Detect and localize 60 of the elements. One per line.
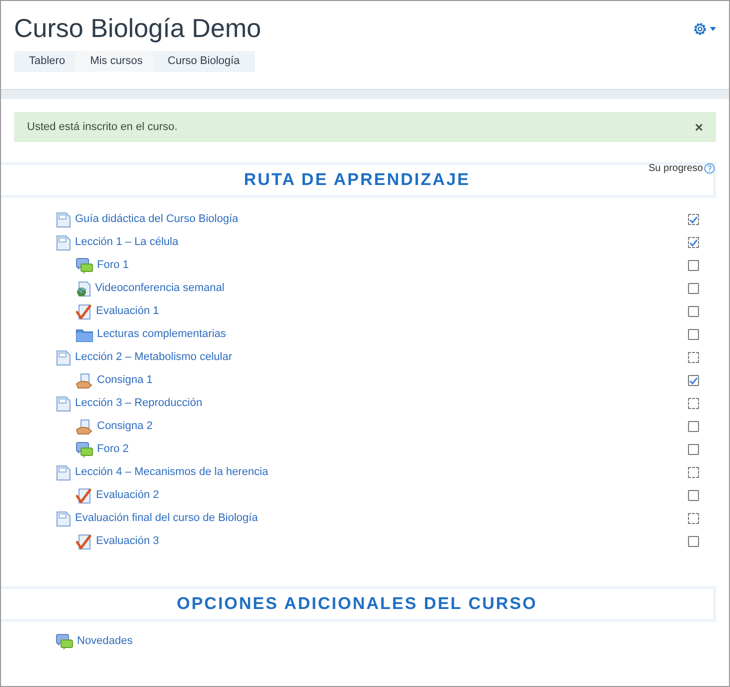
page-icon: [56, 510, 71, 526]
completion-checkbox[interactable]: [688, 490, 699, 501]
page-icon: [56, 396, 71, 412]
breadcrumb-link[interactable]: Mis cursos: [75, 51, 153, 72]
activity-link[interactable]: Evaluación 1: [96, 303, 159, 320]
completion-checkbox[interactable]: [688, 283, 699, 294]
completion-checkbox[interactable]: [688, 467, 699, 478]
activity-link[interactable]: Lección 4 – Mecanismos de la herencia: [75, 464, 268, 481]
activity-link[interactable]: Evaluación 2: [96, 487, 159, 504]
section-title: OPCIONES ADICIONALES DEL CURSO: [176, 593, 538, 616]
activity-link[interactable]: Guía didáctica del Curso Biología: [75, 211, 238, 228]
hand-document-icon: [76, 418, 93, 434]
activity-link[interactable]: Evaluación 3: [96, 533, 159, 550]
speech-bubbles-icon: [56, 634, 73, 650]
completion-checkbox[interactable]: [688, 398, 699, 409]
speech-bubbles-icon: [76, 442, 93, 458]
activity-link[interactable]: Novedades: [77, 633, 133, 650]
activity-link[interactable]: Videoconferencia semanal: [95, 280, 224, 297]
completion-checkbox[interactable]: [688, 306, 699, 317]
checkmark-icon: [76, 304, 92, 320]
activity-link[interactable]: Consigna 2: [97, 418, 153, 435]
section-title: RUTA DE APRENDIZAJE: [244, 169, 470, 192]
checkmark-icon: [76, 534, 92, 550]
page-icon: [56, 212, 71, 228]
activity-link[interactable]: Lecturas complementarias: [97, 326, 226, 343]
hand-document-icon: [76, 372, 93, 388]
completion-checkbox[interactable]: [688, 375, 699, 386]
completion-checkbox[interactable]: [688, 513, 699, 524]
caret-icon: [710, 27, 716, 31]
page-icon: [56, 464, 71, 480]
close-button[interactable]: ×: [694, 120, 703, 134]
speech-bubbles-icon: [76, 258, 93, 274]
alert-message: Usted está inscrito en el curso.: [27, 120, 178, 135]
completion-checkbox[interactable]: [688, 421, 699, 432]
activity-link[interactable]: Evaluación final del curso de Biología: [75, 510, 258, 527]
completion-checkbox[interactable]: [688, 536, 699, 547]
settings-icon: [692, 21, 708, 37]
page-icon: [56, 234, 71, 250]
page-icon: [56, 350, 71, 366]
completion-checkbox[interactable]: [688, 237, 699, 248]
completion-checkbox[interactable]: [688, 214, 699, 225]
activity-link[interactable]: Foro 1: [97, 257, 129, 274]
globe-document-icon: [76, 280, 91, 296]
completion-checkbox[interactable]: [688, 352, 699, 363]
settings-menu-button[interactable]: [692, 21, 716, 37]
completion-checkbox[interactable]: [688, 260, 699, 271]
activity-link[interactable]: Lección 1 – La célula: [75, 234, 178, 251]
folder-icon: [76, 328, 93, 342]
help-icon[interactable]: [704, 163, 715, 174]
completion-checkbox[interactable]: [688, 444, 699, 455]
page-title: Curso Biología Demo: [14, 12, 262, 45]
activity-link[interactable]: Consigna 1: [97, 372, 153, 389]
activity-link[interactable]: Lección 2 – Metabolismo celular: [75, 349, 232, 366]
breadcrumb-link[interactable]: Curso Biología: [152, 51, 255, 72]
breadcrumb-link[interactable]: Tablero: [14, 51, 76, 72]
checkmark-icon: [76, 488, 92, 504]
progress-label: Su progreso: [648, 162, 703, 176]
activity-link[interactable]: Foro 2: [97, 441, 129, 458]
activity-link[interactable]: Lección 3 – Reproducción: [75, 395, 202, 412]
completion-checkbox[interactable]: [688, 329, 699, 340]
